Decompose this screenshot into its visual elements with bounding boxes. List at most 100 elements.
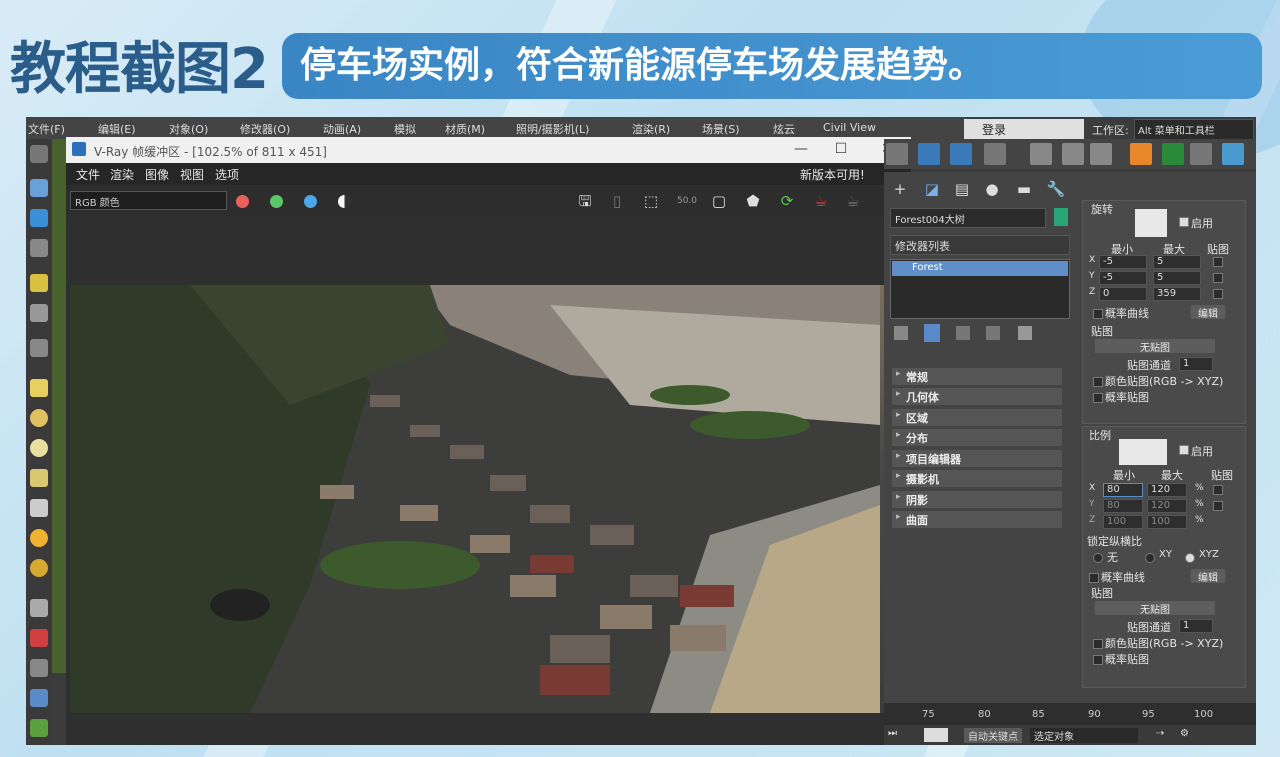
cone-icon[interactable] bbox=[30, 499, 48, 517]
refresh-icon[interactable]: ⟳ bbox=[776, 191, 798, 211]
rollout-distribution[interactable]: ▸ 分布 bbox=[892, 429, 1062, 446]
region-select-icon[interactable]: ⬚ bbox=[640, 191, 662, 211]
menu-modifiers[interactable]: 修改器(O) bbox=[240, 121, 290, 137]
rotation-color-map-checkbox[interactable] bbox=[1093, 377, 1103, 387]
scale-no-map-button[interactable]: 无贴图 bbox=[1095, 601, 1215, 616]
remove-modifier-icon[interactable] bbox=[986, 326, 1000, 340]
object-name-field[interactable]: Forest004大树 bbox=[890, 208, 1046, 228]
light-icon[interactable] bbox=[30, 274, 48, 292]
menu-xuanyun[interactable]: 炫云 bbox=[773, 121, 795, 137]
rotation-y-max[interactable]: 5 bbox=[1153, 271, 1201, 285]
go-to-end-icon[interactable]: ⏭ bbox=[888, 728, 897, 739]
rotation-no-map-button[interactable]: 无贴图 bbox=[1095, 339, 1215, 354]
create-tab-icon[interactable]: + bbox=[888, 178, 912, 200]
menu-scene[interactable]: 场景(S) bbox=[702, 121, 740, 137]
copy-icon[interactable]: ▯ bbox=[606, 191, 628, 211]
vfb-menu-options[interactable]: 选项 bbox=[215, 166, 239, 183]
save-icon[interactable]: 🖫 bbox=[574, 191, 596, 211]
region-render-icon[interactable]: ▢ bbox=[708, 191, 730, 211]
configure-modifier-icon[interactable] bbox=[1018, 326, 1032, 340]
rotation-prob-map-checkbox[interactable] bbox=[1093, 393, 1103, 403]
link-icon[interactable] bbox=[30, 145, 48, 163]
pin-icon[interactable] bbox=[30, 629, 48, 647]
tool-icon[interactable] bbox=[30, 304, 48, 322]
scale-color-map-checkbox[interactable] bbox=[1093, 639, 1103, 649]
vfb-menu-image[interactable]: 图像 bbox=[145, 166, 169, 183]
curve-editor-icon[interactable] bbox=[918, 143, 940, 165]
maximize-button[interactable]: ☐ bbox=[826, 139, 856, 159]
render-setup-icon[interactable] bbox=[1030, 143, 1052, 165]
menu-object[interactable]: 对象(O) bbox=[169, 121, 208, 137]
display-tab-icon[interactable]: ▬ bbox=[1012, 178, 1036, 200]
channel-dropdown[interactable]: RGB 颜色 bbox=[70, 191, 227, 210]
rotation-map-channel-field[interactable]: 1 bbox=[1179, 357, 1213, 371]
layers-icon[interactable] bbox=[886, 143, 908, 165]
scale-x-min[interactable]: 80 bbox=[1103, 483, 1143, 497]
scale-prob-map-checkbox[interactable] bbox=[1093, 655, 1103, 665]
alpha-channel-button[interactable] bbox=[338, 195, 351, 208]
make-unique-icon[interactable] bbox=[956, 326, 970, 340]
table-icon[interactable] bbox=[1222, 143, 1244, 165]
menu-file[interactable]: 文件(F) bbox=[28, 121, 65, 137]
scale-edit-button[interactable]: 编辑 bbox=[1191, 569, 1225, 584]
menu-animation[interactable]: 动画(A) bbox=[323, 121, 361, 137]
zoom-label[interactable]: 50.0 bbox=[672, 191, 702, 211]
scale-enable-checkbox[interactable] bbox=[1179, 445, 1189, 455]
tree-icon[interactable] bbox=[1162, 143, 1184, 165]
scale-y-map-checkbox[interactable] bbox=[1213, 501, 1223, 511]
update-notice[interactable]: 新版本可用! bbox=[800, 166, 865, 183]
render-production-icon[interactable] bbox=[1090, 143, 1112, 165]
key-filter-icon[interactable]: ⇢ bbox=[1156, 728, 1164, 739]
rollout-camera[interactable]: ▸ 摄影机 bbox=[892, 470, 1062, 487]
grid-icon[interactable] bbox=[30, 659, 48, 677]
gold-sphere-icon[interactable] bbox=[30, 559, 48, 577]
sphere-icon[interactable] bbox=[30, 409, 48, 427]
rotation-z-map-checkbox[interactable] bbox=[1213, 289, 1223, 299]
rotation-x-max[interactable]: 5 bbox=[1153, 255, 1201, 269]
rollout-general[interactable]: ▸ 常规 bbox=[892, 368, 1062, 385]
scale-lock-xy-radio[interactable] bbox=[1145, 553, 1155, 563]
scale-y-max[interactable]: 120 bbox=[1147, 499, 1187, 513]
move-icon[interactable] bbox=[30, 339, 48, 357]
menu-material[interactable]: 材质(M) bbox=[445, 121, 485, 137]
scale-x-max[interactable]: 120 bbox=[1147, 483, 1187, 497]
crown-icon[interactable] bbox=[30, 469, 48, 487]
motion-tab-icon[interactable]: ● bbox=[980, 178, 1004, 200]
minimize-button[interactable]: — bbox=[786, 139, 816, 159]
stop-teapot-icon[interactable]: ☕ bbox=[842, 191, 864, 211]
red-channel-button[interactable] bbox=[236, 195, 249, 208]
selection-dropdown[interactable]: 选定对象 bbox=[1030, 728, 1138, 743]
scale-y-min[interactable]: 80 bbox=[1103, 499, 1143, 513]
plant-icon[interactable] bbox=[30, 719, 48, 737]
workspace-selector[interactable]: 工作区: Alt 菜单和工具栏 bbox=[1088, 119, 1256, 140]
render-icon[interactable] bbox=[30, 209, 48, 227]
modifier-list-dropdown[interactable]: 修改器列表 bbox=[890, 235, 1070, 255]
pin-stack-icon[interactable] bbox=[894, 326, 908, 340]
box-icon[interactable] bbox=[30, 379, 48, 397]
track-mouse-icon[interactable]: ⬟ bbox=[742, 191, 764, 211]
scale-prob-curve-checkbox[interactable] bbox=[1089, 573, 1099, 583]
circle-icon[interactable] bbox=[30, 439, 48, 457]
menu-lighting-camera[interactable]: 照明/摄影机(L) bbox=[516, 121, 589, 137]
set-key-icon[interactable]: ⚙ bbox=[1180, 728, 1189, 739]
rotation-x-map-checkbox[interactable] bbox=[1213, 257, 1223, 267]
workspace-dropdown[interactable]: Alt 菜单和工具栏 bbox=[1134, 119, 1254, 140]
autokey-button[interactable]: 自动关键点 bbox=[964, 728, 1022, 743]
particle-icon[interactable] bbox=[30, 599, 48, 617]
scale-lock-none-radio[interactable] bbox=[1093, 553, 1103, 563]
vfb-menu-file[interactable]: 文件 bbox=[76, 166, 100, 183]
rollout-surfaces[interactable]: ▸ 曲面 bbox=[892, 511, 1062, 528]
vfb-menu-render[interactable]: 渲染 bbox=[110, 166, 134, 183]
rollout-geometry[interactable]: ▸ 几何体 bbox=[892, 388, 1062, 405]
rollout-areas[interactable]: ▸ 区域 bbox=[892, 409, 1062, 426]
frame-icon[interactable] bbox=[30, 239, 48, 257]
object-color-swatch[interactable] bbox=[1054, 208, 1068, 226]
scale-z-min[interactable]: 100 bbox=[1103, 515, 1143, 529]
sun-icon[interactable] bbox=[30, 529, 48, 547]
rotation-enable-checkbox[interactable] bbox=[1179, 217, 1189, 227]
rotation-z-min[interactable]: 0 bbox=[1099, 287, 1147, 301]
green-channel-button[interactable] bbox=[270, 195, 283, 208]
utilities-tab-icon[interactable]: 🔧 bbox=[1044, 178, 1068, 200]
menu-simulation[interactable]: 模拟 bbox=[394, 121, 416, 137]
rotation-x-min[interactable]: -5 bbox=[1099, 255, 1147, 269]
